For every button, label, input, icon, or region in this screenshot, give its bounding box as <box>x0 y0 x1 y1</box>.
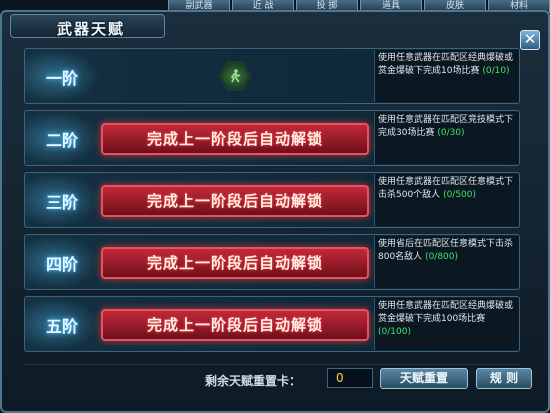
tier-description: 使用任意武器在匹配区经典爆破或赏金爆破下完成10场比赛 (0/10) <box>374 50 519 102</box>
talent-reset-button[interactable]: 天赋重置 <box>380 368 468 389</box>
tier-description: 使用省后在匹配区任意模式下击杀800名敌人 (0/800) <box>374 236 519 288</box>
tier-row-3: 三阶 完成上一阶段后自动解锁 使用任意武器在匹配区任意模式下击杀500个敌人 (… <box>24 172 520 228</box>
reset-card-label: 剩余天赋重置卡： <box>205 374 302 388</box>
locked-banner: 完成上一阶段后自动解锁 <box>101 123 369 155</box>
title-bar: 武器天赋 <box>10 14 165 38</box>
locked-banner: 完成上一阶段后自动解锁 <box>101 309 369 341</box>
tier-description: 使用任意武器在匹配区竞技模式下完成30场比赛 (0/30) <box>374 112 519 164</box>
tier-progress: (0/30) <box>437 128 465 138</box>
close-button[interactable]: ✕ <box>520 30 540 50</box>
tier-label: 五阶 <box>45 317 78 336</box>
talent-window: 武器天赋 ✕ 一阶 使用任意武器在匹配区经典爆破或赏金爆破下完成10场比赛 (0… <box>0 10 550 413</box>
talent-node-slot[interactable] <box>218 61 252 91</box>
tier-row-2: 二阶 完成上一阶段后自动解锁 使用任意武器在匹配区竞技模式下完成30场比赛 (0… <box>24 110 520 166</box>
tier-progress: (0/800) <box>425 252 459 262</box>
tier-progress: (0/100) <box>378 327 411 337</box>
tier-row-5: 五阶 完成上一阶段后自动解锁 使用任意武器在匹配区经典爆破或赏金爆破下完成100… <box>24 296 520 352</box>
tier-label: 一阶 <box>45 69 78 88</box>
footer-divider <box>24 364 520 365</box>
rules-button[interactable]: 规 则 <box>476 368 532 389</box>
tier-progress: (0/500) <box>443 190 477 200</box>
tier-label: 二阶 <box>45 131 78 150</box>
tier-row-1: 一阶 使用任意武器在匹配区经典爆破或赏金爆破下完成10场比赛 (0/10) <box>24 48 520 104</box>
reset-card-count: 0 <box>327 368 373 388</box>
tier-label: 四阶 <box>45 255 78 274</box>
close-icon: ✕ <box>523 30 537 48</box>
locked-banner: 完成上一阶段后自动解锁 <box>101 185 369 217</box>
runner-icon <box>221 64 249 88</box>
locked-banner: 完成上一阶段后自动解锁 <box>101 247 369 279</box>
tier-desc-text: 使用任意武器在匹配区经典爆破或赏金爆破下完成100场比赛 <box>378 301 514 324</box>
window-title: 武器天赋 <box>57 20 126 38</box>
tier-progress: (0/10) <box>482 66 510 76</box>
tier-description: 使用任意武器在匹配区经典爆破或赏金爆破下完成100场比赛 (0/100) <box>374 298 519 350</box>
tier-description: 使用任意武器在匹配区任意模式下击杀500个敌人 (0/500) <box>374 174 519 226</box>
tier-row-4: 四阶 完成上一阶段后自动解锁 使用省后在匹配区任意模式下击杀800名敌人 (0/… <box>24 234 520 290</box>
tier-label: 三阶 <box>45 193 78 212</box>
